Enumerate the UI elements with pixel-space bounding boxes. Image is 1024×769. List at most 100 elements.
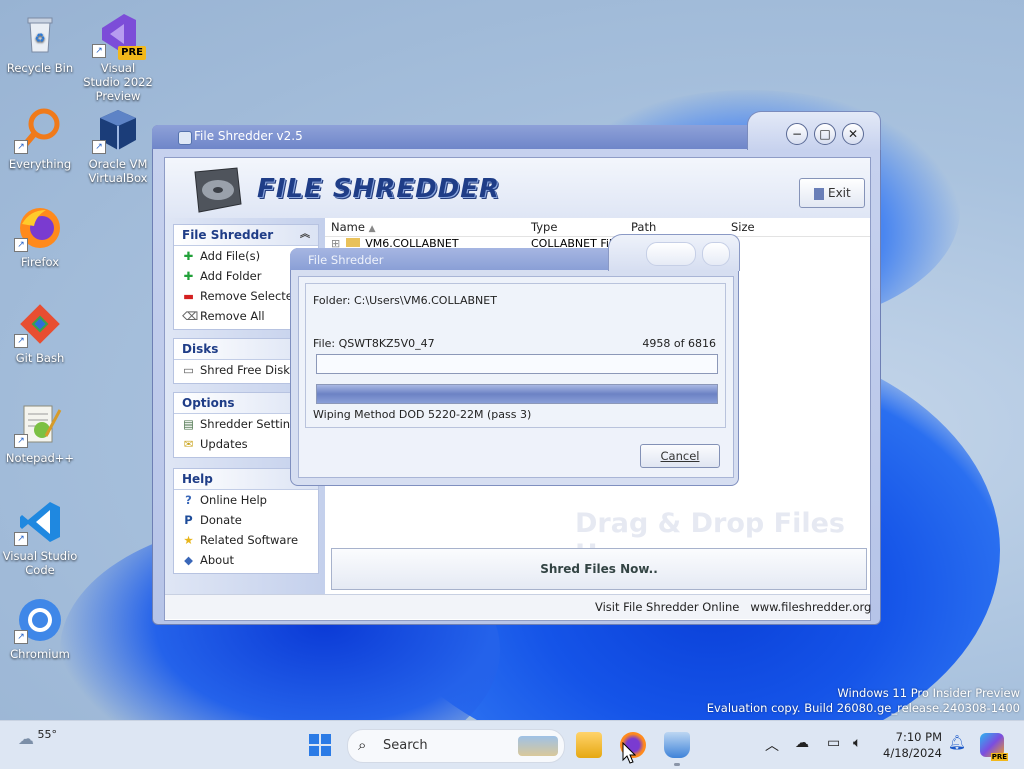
weather-widget[interactable]: ☁ 55°: [18, 728, 57, 748]
column-label: Name: [331, 220, 365, 234]
start-button[interactable]: [309, 734, 331, 756]
visual-studio-icon: PRE ↗: [92, 10, 146, 60]
minimize-button[interactable]: −: [786, 123, 808, 145]
desktop-icon-label: Visual Studio 2022 Preview: [83, 61, 153, 103]
shortcut-arrow-icon: ↗: [92, 140, 106, 154]
desktop-icon-vscode[interactable]: ↗ Visual Studio Code: [0, 498, 80, 577]
sidebar-heading-label: Disks: [182, 342, 219, 356]
chromium-icon: ↗: [14, 596, 64, 644]
column-label: Type: [531, 220, 558, 234]
file-count: 4958 of 6816: [642, 337, 716, 350]
desktop-icon-firefox[interactable]: ↗ Firefox: [0, 204, 80, 269]
close-button[interactable]: ✕: [842, 123, 864, 145]
sidebar-item-label: Related Software: [200, 533, 299, 547]
column-label: Size: [731, 220, 755, 234]
shortcut-arrow-icon: ↗: [14, 434, 28, 448]
sidebar-item-label: Remove Selected: [200, 289, 301, 303]
app-icon: [178, 131, 192, 145]
sidebar-item-donate[interactable]: P Donate: [174, 510, 318, 530]
shredder-disk-icon: [185, 166, 243, 214]
copilot-icon[interactable]: PRE: [980, 733, 1008, 761]
notification-bell-icon[interactable]: 🔔︎: [948, 735, 966, 751]
shred-files-button[interactable]: Shred Files Now..: [331, 548, 867, 590]
sidebar-item-label: Add Folder: [200, 269, 262, 283]
svg-text:♻: ♻: [35, 31, 46, 45]
column-header-type[interactable]: Type: [531, 220, 557, 234]
file-explorer-icon[interactable]: [576, 732, 602, 758]
minimize-icon: −: [791, 127, 803, 141]
file-shredder-taskbar-icon[interactable]: [664, 732, 690, 758]
desktop-icon-label: Firefox: [20, 255, 60, 269]
star-icon: ★: [183, 533, 194, 547]
show-hidden-icons-chevron-icon[interactable]: ︿: [765, 735, 779, 755]
desktop-icon-chromium[interactable]: ↗ Chromium: [0, 596, 80, 661]
wiping-method-label: Wiping Method DOD 5220-22M (pass 3): [313, 408, 532, 421]
desktop-icon-virtualbox[interactable]: ↗ Oracle VM VirtualBox: [78, 106, 158, 185]
dialog-title-button: [702, 242, 730, 266]
copilot-pre-badge: PRE: [990, 753, 1008, 761]
maximize-button[interactable]: □: [814, 123, 836, 145]
sidebar-item-online-help[interactable]: ? Online Help: [174, 490, 318, 510]
desktop-icon-everything[interactable]: ↗ Everything: [0, 106, 80, 171]
total-progress-fill: [317, 385, 717, 403]
volume-icon[interactable]: 🔈︎: [853, 735, 861, 751]
shortcut-arrow-icon: ↗: [14, 238, 28, 252]
column-header-size[interactable]: Size: [731, 220, 755, 234]
desktop-icon-label: Recycle Bin: [6, 61, 74, 75]
taskbar: ☁ 55° ⌕ Search ︿ ☁ ▭ 🔈︎ 7:10 PM 4/18/202…: [0, 720, 1024, 769]
sidebar-item-related-software[interactable]: ★ Related Software: [174, 530, 318, 550]
info-icon: ◆: [184, 553, 193, 567]
maximize-icon: □: [819, 127, 831, 141]
desktop-icon-notepad-plus-plus[interactable]: ↗ Notepad++: [0, 400, 80, 465]
column-label: Path: [631, 220, 657, 234]
shred-progress-dialog: File Shredder Folder: C:\Users\VM6.COLLA…: [290, 234, 740, 486]
sidebar-item-label: Shredder Settings: [200, 417, 304, 431]
search-icon: ⌕: [358, 736, 367, 754]
website-link[interactable]: www.fileshredder.org: [750, 600, 871, 614]
minus-icon: ▬: [183, 289, 194, 303]
windows-logo-tile: [309, 734, 319, 744]
shortcut-arrow-icon: ↗: [92, 44, 106, 58]
sidebar-item-about[interactable]: ◆ About: [174, 550, 318, 570]
desktop-icon-recycle-bin[interactable]: ♻ Recycle Bin: [0, 10, 80, 75]
dialog-title: File Shredder: [308, 253, 384, 267]
updates-icon: ✉: [183, 437, 194, 451]
visit-online-text: Visit File Shredder Online www.fileshred…: [595, 600, 871, 614]
desktop-icon-visual-studio-preview[interactable]: PRE ↗ Visual Studio 2022 Preview: [78, 10, 158, 103]
firefox-icon: ↗: [14, 204, 64, 252]
watermark-line: Evaluation copy. Build 26080.ge_release.…: [706, 701, 1020, 715]
disk-icon: ▭: [183, 363, 194, 377]
plus-icon: ✚: [183, 249, 194, 263]
cancel-button[interactable]: Cancel: [640, 444, 720, 468]
taskbar-search-box[interactable]: ⌕ Search: [347, 729, 565, 763]
file-label: File: QSWT8KZ5V0_47: [313, 337, 435, 350]
column-header-name[interactable]: Name ▲: [331, 220, 376, 234]
help-icon: ?: [185, 493, 192, 507]
status-bar: Visit File Shredder Online www.fileshred…: [165, 594, 871, 619]
desktop-icon-label: Visual Studio Code: [2, 549, 78, 577]
everything-search-icon: ↗: [14, 106, 64, 154]
app-logo-text: FILE SHREDDER: [257, 174, 501, 204]
search-placeholder: Search: [383, 738, 428, 753]
clock-time: 7:10 PM: [895, 730, 942, 744]
desktop-icon-git-bash[interactable]: ↗ Git Bash: [0, 300, 80, 365]
sidebar-heading-label: Help: [182, 472, 213, 486]
desktop-icon-label: Oracle VM VirtualBox: [88, 157, 148, 185]
onedrive-icon[interactable]: ☁: [795, 735, 809, 751]
plus-icon: ✚: [183, 269, 194, 283]
exit-button[interactable]: Exit: [799, 178, 865, 208]
notepad-plus-plus-icon: ↗: [14, 400, 64, 448]
sidebar-item-label: About: [200, 553, 235, 567]
column-header-path[interactable]: Path: [631, 220, 656, 234]
search-highlight-image: [518, 736, 558, 756]
windows-logo-tile: [309, 746, 319, 756]
settings-icon: ▤: [183, 417, 194, 431]
window-title: File Shredder v2.5: [194, 129, 303, 143]
shortcut-arrow-icon: ↗: [14, 630, 28, 644]
taskbar-clock[interactable]: 7:10 PM 4/18/2024: [880, 729, 942, 761]
windows-watermark: Windows 11 Pro Insider Preview Evaluatio…: [707, 686, 1020, 716]
exit-label: Exit: [828, 186, 851, 200]
visit-link[interactable]: Visit File Shredder Online: [595, 600, 739, 614]
network-icon[interactable]: ▭: [827, 735, 840, 751]
virtualbox-icon: ↗: [92, 106, 142, 154]
